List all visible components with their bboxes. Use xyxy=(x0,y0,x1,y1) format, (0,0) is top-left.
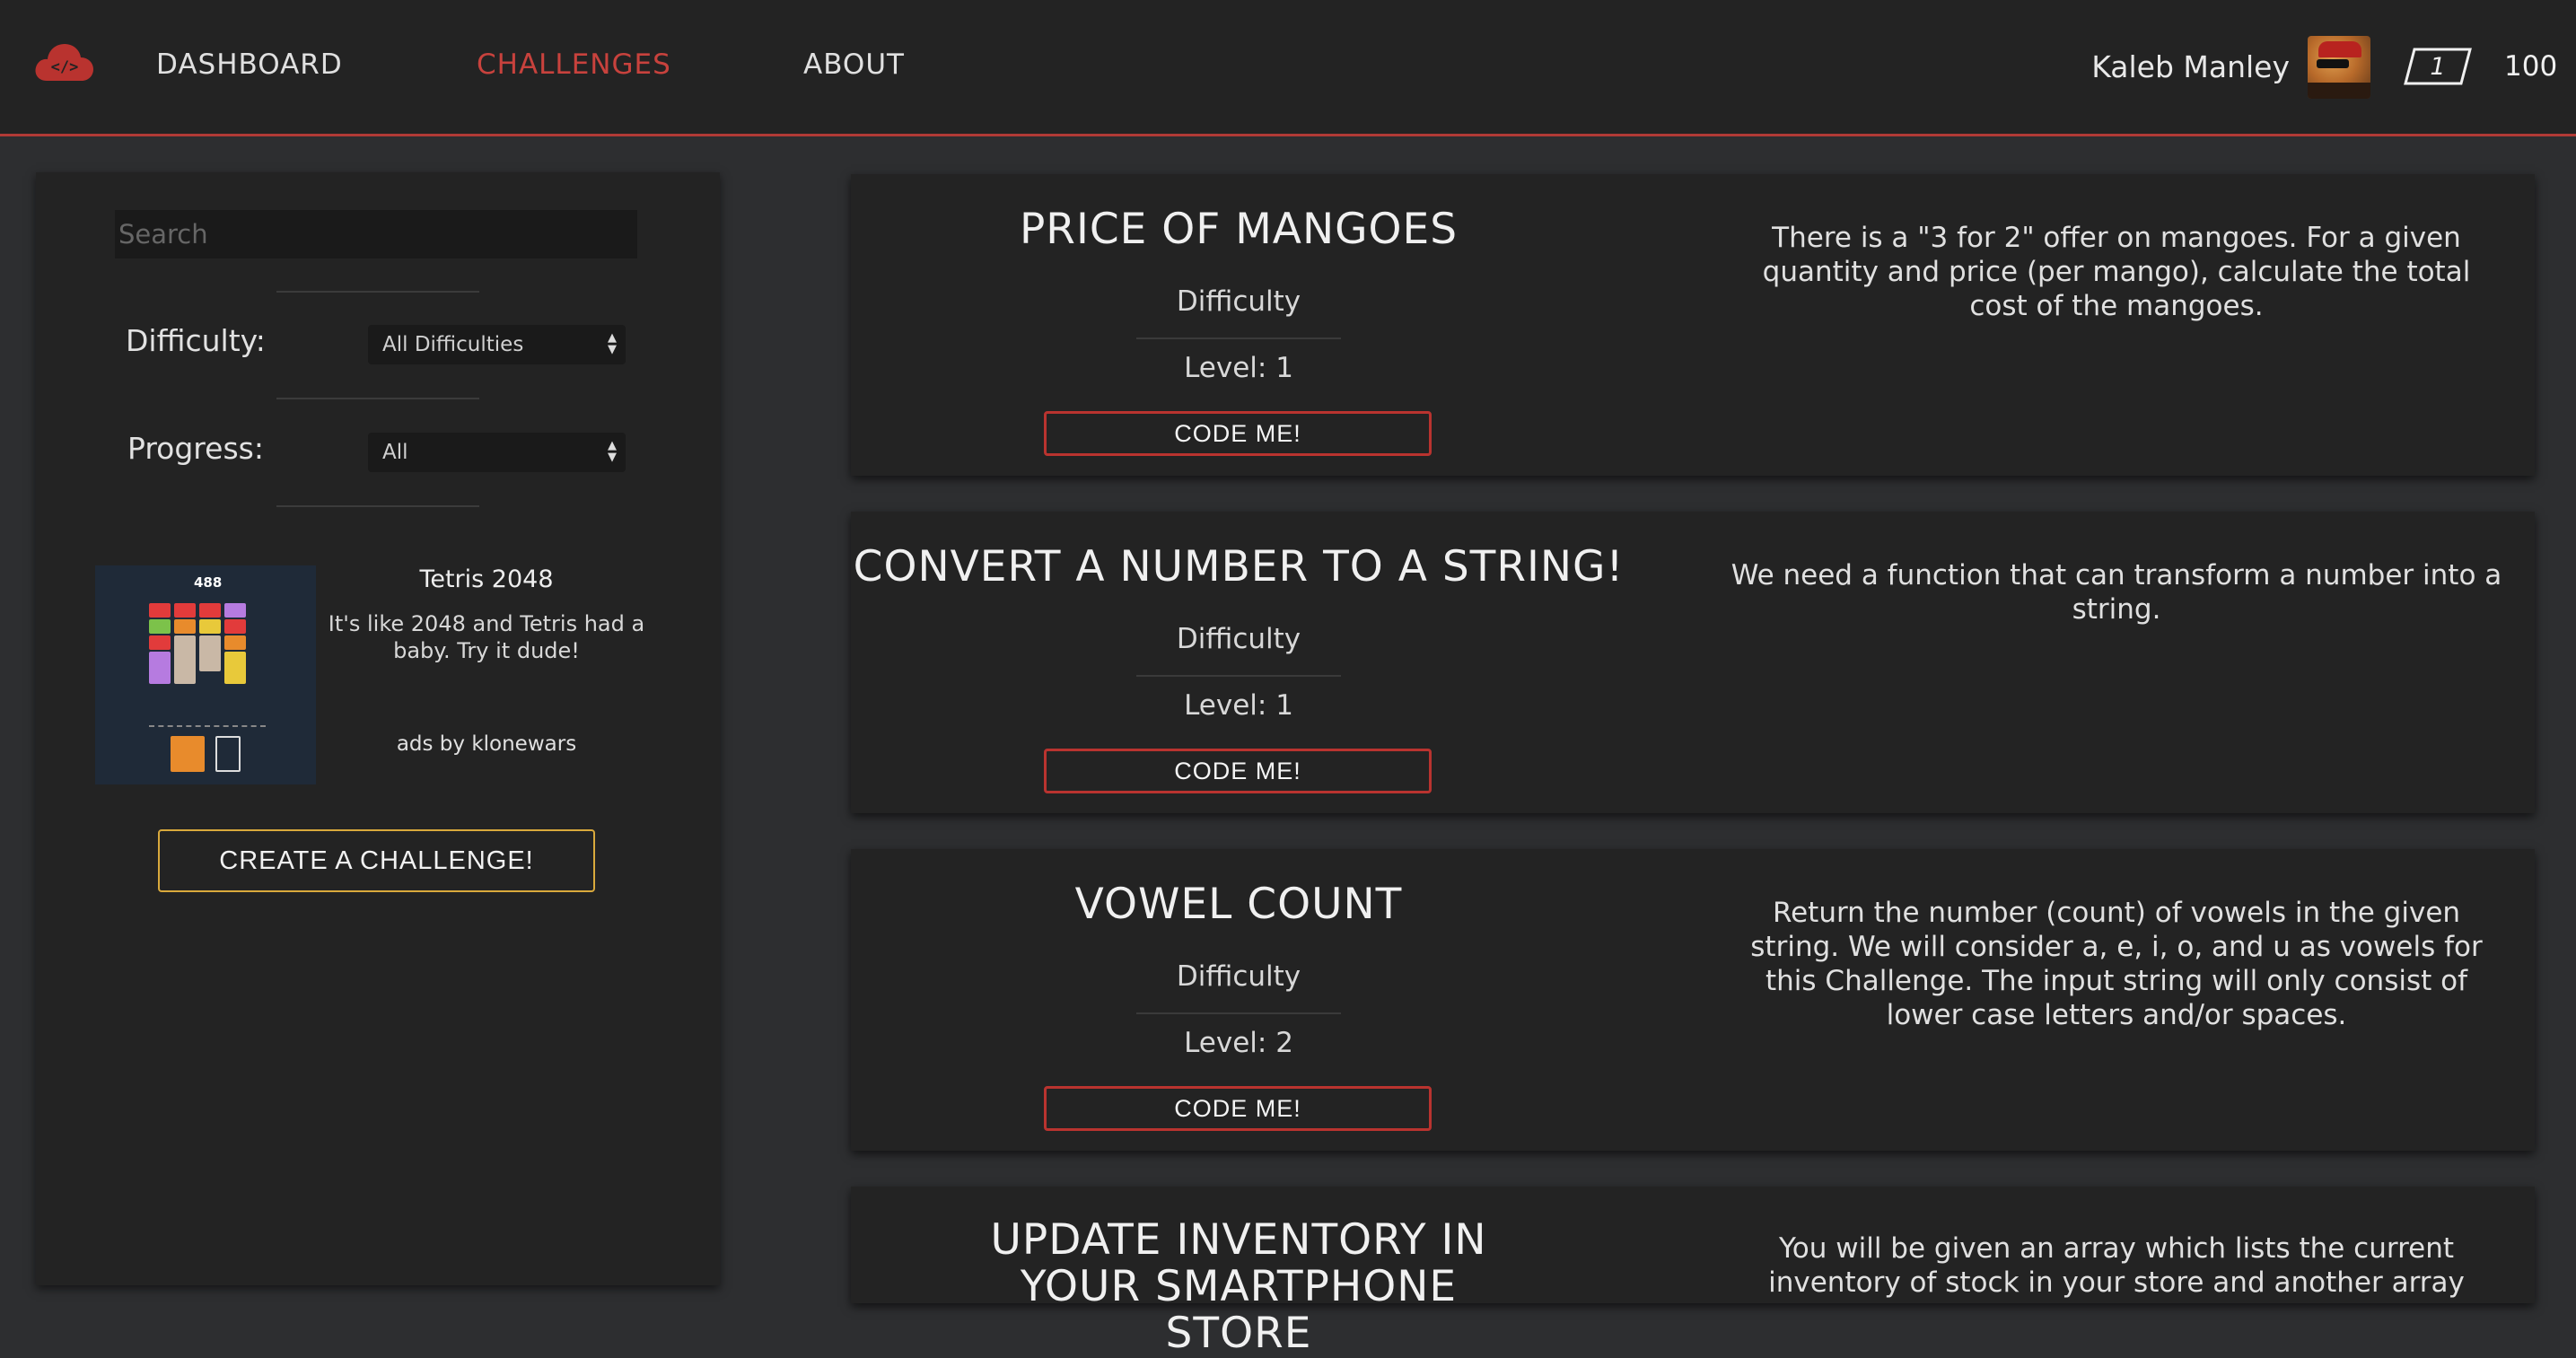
challenge-title: PRICE OF MANGOES xyxy=(1019,205,1459,254)
create-challenge-button[interactable]: CREATE A CHALLENGE! xyxy=(158,829,595,892)
code-me-button[interactable]: CODE ME! xyxy=(1044,749,1432,793)
ad-title[interactable]: Tetris 2048 xyxy=(312,565,661,593)
challenge-description: We need a function that can transform a … xyxy=(1730,559,2502,626)
ad-game-image[interactable]: 488 xyxy=(95,565,316,784)
nav-about-link[interactable]: ABOUT xyxy=(803,48,905,81)
challenge-level: Level: 1 xyxy=(1184,352,1293,384)
nav-dashboard-link[interactable]: DASHBOARD xyxy=(156,48,343,81)
divider xyxy=(276,398,479,399)
challenge-description: Return the number (count) of vowels in t… xyxy=(1750,897,2483,1031)
level-badge: 1 xyxy=(2404,47,2472,86)
challenge-description: You will be given an array which lists t… xyxy=(1768,1232,2465,1299)
difficulty-select[interactable]: All Difficulties ▲ ▼ xyxy=(368,325,626,364)
code-me-button[interactable]: CODE ME! xyxy=(1044,1086,1432,1131)
ad-attribution-link[interactable]: ads by klonewars xyxy=(312,732,661,756)
divider xyxy=(1136,337,1341,339)
challenge-card: CONVERT A NUMBER TO A STRING! Difficulty… xyxy=(851,512,2535,813)
top-navbar: </> DASHBOARD CHALLENGES ABOUT Kaleb Man… xyxy=(0,0,2576,136)
progress-select-value: All xyxy=(382,441,408,464)
challenge-title: VOWEL COUNT xyxy=(1074,880,1403,929)
challenge-description: There is a "3 for 2" offer on mangoes. F… xyxy=(1762,222,2471,322)
ad-text[interactable]: It's like 2048 and Tetris had a baby. Tr… xyxy=(312,610,661,664)
challenge-card: VOWEL COUNT Difficulty Level: 2 CODE ME!… xyxy=(851,849,2535,1151)
user-name[interactable]: Kaleb Manley xyxy=(2091,49,2290,84)
ad-image-score: 488 xyxy=(194,574,223,591)
difficulty-heading: Difficulty xyxy=(1176,285,1301,318)
difficulty-select-value: All Difficulties xyxy=(382,333,524,356)
divider xyxy=(276,505,479,507)
challenge-title: UPDATE INVENTORY IN YOUR SMARTPHONE STOR… xyxy=(990,1215,1487,1358)
divider xyxy=(1136,1012,1341,1014)
level-value: 1 xyxy=(2430,52,2446,81)
avatar[interactable] xyxy=(2308,36,2370,99)
points-value: 100 xyxy=(2504,50,2558,83)
difficulty-heading: Difficulty xyxy=(1176,623,1301,655)
nav-challenges-link[interactable]: CHALLENGES xyxy=(477,48,671,81)
select-arrows-icon: ▲ ▼ xyxy=(608,439,617,464)
challenge-card: UPDATE INVENTORY IN YOUR SMARTPHONE STOR… xyxy=(851,1187,2535,1357)
svg-text:</>: </> xyxy=(51,58,79,76)
divider xyxy=(1136,675,1341,677)
select-arrows-icon: ▲ ▼ xyxy=(608,331,617,356)
challenge-card: PRICE OF MANGOES Difficulty Level: 1 COD… xyxy=(851,174,2535,476)
difficulty-heading: Difficulty xyxy=(1176,960,1301,993)
difficulty-label: Difficulty: xyxy=(126,323,266,358)
code-me-button[interactable]: CODE ME! xyxy=(1044,411,1432,456)
challenge-level: Level: 1 xyxy=(1184,689,1293,722)
progress-select[interactable]: All ▲ ▼ xyxy=(368,433,626,472)
divider xyxy=(276,291,479,293)
search-input[interactable] xyxy=(115,210,637,258)
challenge-level: Level: 2 xyxy=(1184,1027,1293,1059)
filter-sidebar: Difficulty: All Difficulties ▲▼ Progress… xyxy=(36,172,720,1285)
progress-label: Progress: xyxy=(127,431,264,466)
challenge-title: CONVERT A NUMBER TO A STRING! xyxy=(853,542,1625,591)
cloud-code-logo-icon[interactable]: </> xyxy=(34,39,95,84)
ad-block[interactable]: 488 Tetris 2048 It's like 2048 and Tetri… xyxy=(95,565,661,784)
